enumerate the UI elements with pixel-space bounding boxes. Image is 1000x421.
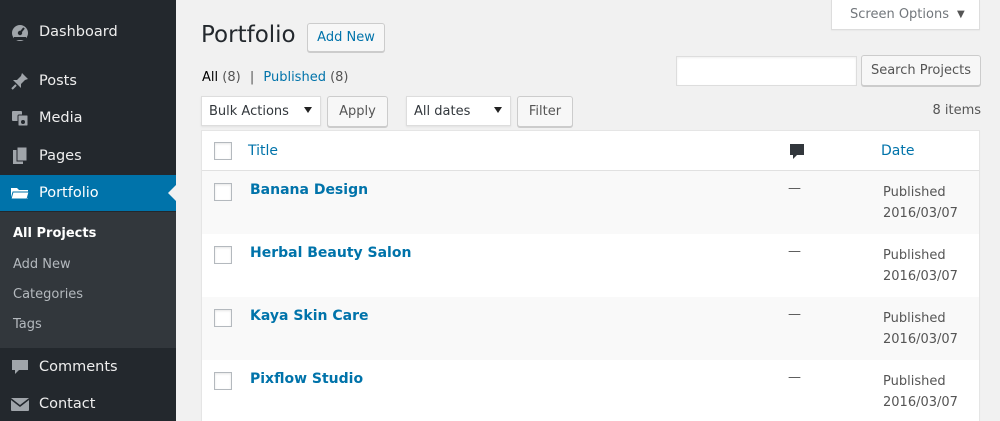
table-row: Banana Design — Published 2016/03/07 [202, 171, 979, 234]
row-checkbox[interactable] [214, 309, 232, 327]
screen-options-button[interactable]: Screen Options ▼ [831, 0, 980, 30]
menu-item-portfolio[interactable]: Portfolio [0, 175, 176, 211]
select-all-checkbox[interactable] [214, 142, 232, 160]
add-new-button[interactable]: Add New [307, 23, 385, 52]
row-date-cell: Published 2016/03/07 [883, 371, 958, 413]
menu-label: Comments [39, 359, 118, 375]
row-date: 2016/03/07 [883, 392, 958, 413]
view-separator: | [250, 70, 254, 85]
projects-table: Title Date Banana Design — Published 201… [201, 130, 980, 421]
row-status: Published [883, 308, 958, 329]
pin-icon [10, 71, 30, 91]
row-title-link[interactable]: Pixflow Studio [250, 371, 363, 387]
caret-down-icon [304, 107, 312, 113]
row-date: 2016/03/07 [883, 329, 958, 350]
row-comments: — [788, 307, 801, 322]
menu-item-dashboard[interactable]: Dashboard [0, 14, 176, 50]
view-all-link[interactable]: All [202, 70, 218, 85]
row-status: Published [883, 371, 958, 392]
caret-down-icon [494, 107, 502, 113]
bulk-actions-value: Bulk Actions [209, 104, 289, 119]
row-title-link[interactable]: Banana Design [250, 182, 368, 198]
menu-label: Dashboard [39, 24, 118, 40]
row-comments: — [788, 181, 801, 196]
column-date-header[interactable]: Date [881, 143, 914, 159]
row-comments: — [788, 244, 801, 259]
dates-value: All dates [414, 104, 470, 119]
row-status: Published [883, 182, 958, 203]
portfolio-submenu: All Projects Add New Categories Tags [0, 212, 176, 348]
row-checkbox[interactable] [214, 183, 232, 201]
admin-sidebar: Dashboard Posts Media Pages Portfolio Al… [0, 0, 176, 421]
menu-label: Pages [39, 148, 82, 164]
menu-item-posts[interactable]: Posts [0, 63, 176, 99]
menu-label: Posts [39, 73, 77, 89]
view-published-link[interactable]: Published [263, 70, 326, 85]
submenu-all-projects[interactable]: All Projects [13, 226, 96, 241]
view-filters: All (8) | Published (8) [202, 70, 349, 85]
menu-label: Contact [39, 396, 95, 412]
submenu-categories[interactable]: Categories [13, 287, 83, 302]
apply-button[interactable]: Apply [327, 96, 388, 127]
table-row: Kaya Skin Care — Published 2016/03/07 [202, 297, 979, 360]
row-date: 2016/03/07 [883, 266, 958, 287]
row-date-cell: Published 2016/03/07 [883, 245, 958, 287]
row-title-link[interactable]: Herbal Beauty Salon [250, 245, 411, 261]
menu-label: Portfolio [39, 185, 99, 201]
row-date: 2016/03/07 [883, 203, 958, 224]
items-count: 8 items [932, 103, 981, 118]
view-published-count: (8) [330, 70, 348, 85]
comment-icon [10, 357, 30, 377]
menu-item-contact[interactable]: Contact [0, 386, 176, 421]
view-all-count: (8) [222, 70, 240, 85]
submenu-add-new[interactable]: Add New [13, 257, 71, 272]
search-input[interactable] [676, 56, 857, 86]
row-date-cell: Published 2016/03/07 [883, 182, 958, 224]
folder-icon [10, 183, 30, 203]
row-title-link[interactable]: Kaya Skin Care [250, 308, 368, 324]
row-checkbox[interactable] [214, 246, 232, 264]
table-header: Title Date [202, 131, 979, 171]
mail-icon [10, 394, 30, 414]
pages-icon [10, 146, 30, 166]
row-date-cell: Published 2016/03/07 [883, 308, 958, 350]
row-status: Published [883, 245, 958, 266]
dashboard-icon [10, 22, 30, 42]
media-icon [10, 108, 30, 128]
menu-item-comments[interactable]: Comments [0, 349, 176, 385]
filter-button[interactable]: Filter [517, 96, 573, 127]
page-title: Portfolio [201, 22, 296, 48]
caret-down-icon: ▼ [957, 9, 965, 20]
row-checkbox[interactable] [214, 372, 232, 390]
menu-item-pages[interactable]: Pages [0, 138, 176, 174]
row-comments: — [788, 370, 801, 385]
submenu-tags[interactable]: Tags [13, 317, 42, 332]
screen-options-label: Screen Options [850, 7, 949, 22]
table-row: Pixflow Studio — Published 2016/03/07 [202, 360, 979, 421]
search-projects-button[interactable]: Search Projects [861, 55, 981, 86]
bulk-actions-select[interactable]: Bulk Actions [201, 96, 321, 126]
dates-select[interactable]: All dates [406, 96, 511, 126]
menu-label: Media [39, 110, 83, 126]
comment-bubble-icon[interactable] [789, 143, 805, 161]
menu-item-media[interactable]: Media [0, 100, 176, 136]
column-title-header[interactable]: Title [248, 143, 278, 159]
table-row: Herbal Beauty Salon — Published 2016/03/… [202, 234, 979, 297]
